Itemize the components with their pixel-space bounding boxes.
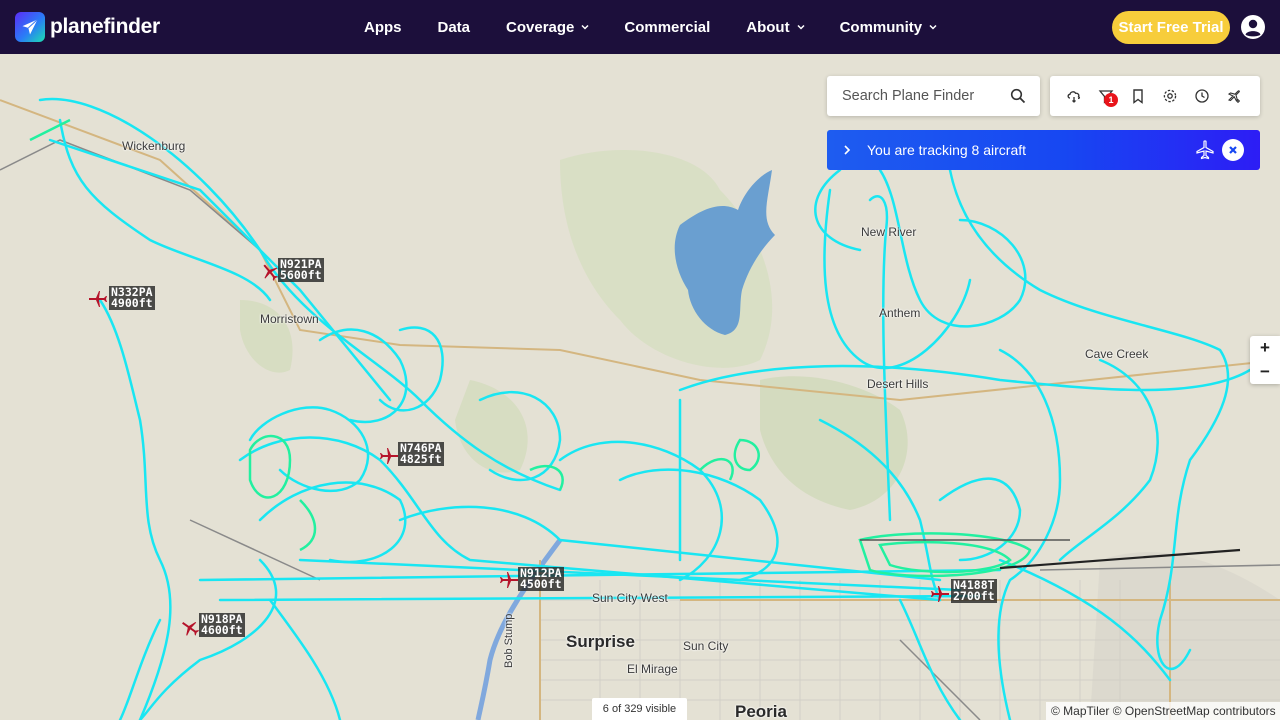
aircraft-label-n912pa[interactable]: N912PA 4500ft	[518, 567, 564, 591]
nav-data-label: Data	[437, 18, 471, 36]
place-wickenburg: Wickenburg	[122, 139, 186, 153]
aircraft-n921pa-icon[interactable]	[260, 262, 280, 282]
place-desert-hills: Desert Hills	[867, 377, 929, 391]
settings-icon[interactable]	[1162, 88, 1178, 104]
nav-data[interactable]: Data	[438, 19, 471, 36]
history-icon[interactable]	[1194, 88, 1210, 104]
close-icon	[1229, 146, 1237, 154]
airport-icon[interactable]	[1226, 88, 1242, 104]
aircraft-n332pa-icon[interactable]	[88, 289, 108, 309]
main-nav: Apps Data Coverage Commercial About Comm…	[364, 0, 938, 54]
planefinder-logo-icon	[15, 12, 45, 42]
altitude: 5600ft	[280, 268, 322, 282]
aircraft-n912pa-icon[interactable]	[499, 570, 519, 590]
nav-commercial[interactable]: Commercial	[624, 19, 710, 36]
place-morristown: Morristown	[260, 312, 319, 326]
place-cave-creek: Cave Creek	[1085, 347, 1149, 361]
nav-apps-label: Apps	[364, 18, 402, 36]
zoom-control: + −	[1250, 336, 1280, 384]
chevron-right-icon[interactable]	[842, 144, 852, 156]
search-input[interactable]	[842, 88, 1002, 104]
map-toolbar	[1050, 76, 1260, 116]
aircraft-n918pa-icon[interactable]	[180, 618, 200, 638]
nav-community[interactable]: Community	[840, 19, 939, 36]
place-sun-city-west: Sun City West	[592, 591, 668, 605]
zoom-out-button[interactable]: −	[1250, 360, 1280, 384]
tracking-panel[interactable]: You are tracking 8 aircraft	[827, 130, 1260, 170]
place-surprise: Surprise	[566, 632, 635, 651]
place-peoria: Peoria	[735, 702, 787, 720]
nav-commercial-label: Commercial	[624, 18, 711, 36]
search-icon[interactable]	[1010, 88, 1026, 104]
altitude: 2700ft	[953, 589, 995, 603]
aircraft-n746pa-icon[interactable]	[379, 446, 399, 466]
brand-logo-link[interactable]: planefinder	[15, 12, 160, 42]
aircraft-label-n4188t[interactable]: N4188T 2700ft	[951, 579, 997, 603]
aircraft-label-n746pa[interactable]: N746PA 4825ft	[398, 442, 444, 466]
search-box	[827, 76, 1040, 116]
place-new-river: New River	[861, 225, 917, 239]
altitude: 4600ft	[201, 623, 243, 637]
altitude: 4500ft	[520, 577, 562, 591]
map-attribution: © MapTiler © OpenStreetMap contributors	[1046, 702, 1280, 720]
visible-aircraft-count: 6 of 329 visible	[592, 698, 687, 720]
bookmark-icon[interactable]	[1130, 88, 1146, 104]
altitude: 4900ft	[111, 296, 153, 310]
nav-coverage[interactable]: Coverage	[506, 19, 590, 36]
brand-name: planefinder	[50, 15, 160, 38]
aircraft-n4188t-icon[interactable]	[930, 584, 950, 604]
weather-icon[interactable]	[1066, 88, 1082, 104]
place-sun-city: Sun City	[683, 639, 729, 653]
nav-coverage-label: Coverage	[506, 18, 575, 36]
start-free-trial-button[interactable]: Start Free Trial	[1112, 11, 1230, 44]
zoom-in-button[interactable]: +	[1250, 336, 1280, 360]
tracking-text: You are tracking 8 aircraft	[867, 142, 1027, 158]
close-tracking-button[interactable]	[1222, 139, 1244, 161]
aircraft-label-n332pa[interactable]: N332PA 4900ft	[109, 286, 155, 310]
nav-about[interactable]: About	[746, 19, 805, 36]
chevron-down-icon	[929, 24, 937, 30]
chevron-down-icon	[797, 24, 805, 30]
aircraft-label-n918pa[interactable]: N918PA 4600ft	[199, 613, 245, 637]
aircraft-label-n921pa[interactable]: N921PA 5600ft	[278, 258, 324, 282]
road-bob-stump: Bob Stump	[503, 613, 515, 668]
top-navbar: planefinder Apps Data Coverage Commercia…	[0, 0, 1280, 54]
nav-about-label: About	[746, 18, 790, 36]
place-anthem: Anthem	[879, 306, 921, 320]
filter-count-badge: 1	[1104, 93, 1118, 107]
nav-apps[interactable]: Apps	[364, 19, 402, 36]
nav-community-label: Community	[839, 18, 923, 36]
place-el-mirage: El Mirage	[627, 662, 678, 676]
plane-icon	[1196, 140, 1214, 160]
altitude: 4825ft	[400, 452, 442, 466]
account-icon[interactable]	[1241, 15, 1265, 39]
chevron-down-icon	[581, 24, 589, 30]
